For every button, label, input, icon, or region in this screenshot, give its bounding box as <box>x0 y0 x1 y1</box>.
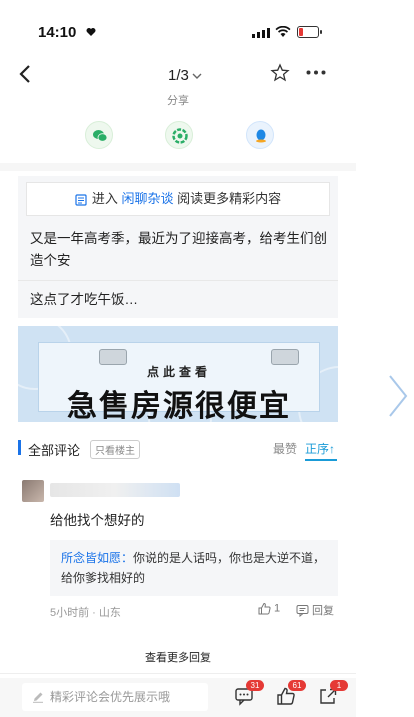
wifi-icon <box>275 26 291 37</box>
like-badge: 61 <box>288 680 306 691</box>
banner-prefix: 进入 <box>91 191 118 206</box>
enter-forum-banner[interactable]: 进入 闲聊杂谈 阅读更多精彩内容 <box>26 182 330 216</box>
document-icon <box>75 193 87 206</box>
post-like-button[interactable]: 61 <box>276 680 306 711</box>
share-label: 分享 <box>167 95 189 107</box>
reply-author[interactable]: 所念皆如愿： <box>61 551 133 565</box>
comment-badge: 31 <box>246 680 264 691</box>
avatar[interactable] <box>22 480 44 502</box>
ad-card: 点此查看 急售房源很便宜 <box>38 342 320 422</box>
page-indicator[interactable]: 1/3 <box>168 67 202 84</box>
comment-input[interactable]: 精彩评论会优先展示哦 <box>22 683 208 711</box>
moments-icon[interactable] <box>165 121 193 149</box>
ad-banner[interactable]: 点此查看 急售房源很便宜 <box>18 326 338 422</box>
heart-icon <box>86 28 96 36</box>
ad-big-text: 急售房源很便宜 <box>67 390 291 422</box>
chevron-down-icon <box>192 73 202 80</box>
nav-bar: 1/3 <box>0 60 356 90</box>
next-page-arrow-icon[interactable] <box>386 372 410 420</box>
reply-button[interactable]: 回复 <box>296 602 334 618</box>
battery-icon <box>297 26 322 38</box>
post-text: 又是一年高考季，最近为了迎接高考，给考生们创造个安 <box>30 231 327 268</box>
sort-asc-tab[interactable]: 正序↑ <box>305 440 335 457</box>
username-blurred[interactable] <box>50 483 180 497</box>
reply-box[interactable]: 所念皆如愿：你说的是人话吗，你也是大逆不道，给你爹找相好的 <box>50 540 338 596</box>
owner-only-toggle[interactable]: 只看楼主 <box>90 440 140 459</box>
comment-text: 给他找个想好的 <box>50 513 145 528</box>
reply-bubble-icon <box>296 604 309 617</box>
back-arrow-icon[interactable] <box>18 64 32 84</box>
like-button[interactable]: 1 <box>258 602 280 615</box>
favorite-star-icon[interactable] <box>270 63 290 83</box>
section-divider <box>0 163 356 171</box>
page-indicator-label: 1/3 <box>168 67 189 84</box>
post-text-2: 这点了才吃午饭… <box>30 292 138 307</box>
bottom-bar: 精彩评论会优先展示哦 31 61 1 <box>0 678 356 717</box>
sort-hot-tab[interactable]: 最赞 <box>273 440 297 457</box>
comments-count-button[interactable]: 31 <box>234 680 264 711</box>
reply-content: 所念皆如愿：你说的是人话吗，你也是大逆不道，给你爹找相好的 <box>61 548 331 588</box>
pencil-icon <box>33 692 43 703</box>
reply-label: 回复 <box>312 605 334 617</box>
share-badge: 1 <box>330 680 348 691</box>
section-marker <box>18 440 21 455</box>
ad-small-text: 点此查看 <box>146 365 211 379</box>
all-comments-label: 全部评论 <box>28 443 81 458</box>
banner-suffix: 阅读更多精彩内容 <box>177 191 282 206</box>
post-card: 进入 闲聊杂谈 阅读更多精彩内容 又是一年高考季，最近为了迎接高考，给考生们创造… <box>18 176 338 318</box>
comments-header: 全部评论 只看楼主 最赞 正序↑ <box>18 437 338 461</box>
share-button[interactable]: 1 <box>318 680 348 711</box>
post-separator <box>18 280 338 281</box>
more-dots-icon[interactable] <box>306 70 326 75</box>
bottom-separator <box>0 673 356 674</box>
post-detail-screen: 14:10 1/3 分享 进入 闲聊杂谈 阅读更多精彩内容 又是一年高考季，最近… <box>0 0 356 717</box>
view-more-replies-button[interactable]: 查看更多回复 <box>0 643 356 673</box>
status-time: 14:10 <box>38 24 77 41</box>
cellular-signal-icon <box>252 28 270 38</box>
status-bar: 14:10 <box>0 0 356 48</box>
comment-meta: 5小时前 · 山东 <box>50 607 121 619</box>
like-count: 1 <box>274 602 281 615</box>
qq-icon[interactable] <box>246 121 274 149</box>
wechat-icon[interactable] <box>85 121 113 149</box>
forum-link[interactable]: 闲聊杂谈 <box>121 191 173 206</box>
comment-input-placeholder: 精彩评论会优先展示哦 <box>50 690 171 704</box>
thumbs-up-icon <box>258 602 271 615</box>
active-tab-underline <box>305 459 337 461</box>
